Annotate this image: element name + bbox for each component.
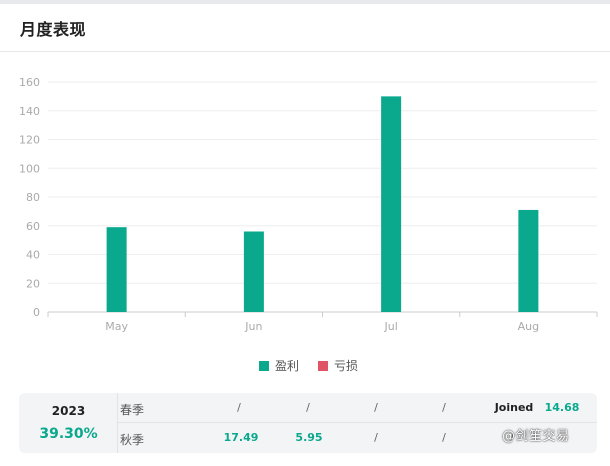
row-label-spring: 春季 <box>120 403 145 417</box>
stat-cell: / <box>306 401 310 414</box>
stat-cell: / <box>374 401 378 414</box>
monthly-performance-chart: 0 20 40 60 80 100 120 140 160 May Jun Jul Aug <box>19 76 598 333</box>
year-label: 2023 <box>51 404 86 418</box>
year-summary: 2023 39.30% <box>19 393 118 453</box>
x-tick-label: Jul <box>383 320 397 333</box>
table-row-spring: 春季 / / / / Joined 14.68 <box>118 393 597 423</box>
stat-cell: / <box>442 431 446 444</box>
bar-profit-may <box>106 227 127 312</box>
y-tick-label: 0 <box>33 306 40 319</box>
page-title: 月度表现 <box>20 20 87 39</box>
y-tick-label: 100 <box>19 162 40 175</box>
chart-legend: 盈利 亏损 <box>0 357 610 375</box>
stat-cell: / <box>237 401 241 414</box>
legend-item-loss[interactable]: 亏损 <box>318 357 358 374</box>
y-tick-label: 120 <box>19 134 40 147</box>
year-return: 39.30% <box>39 426 98 442</box>
row-label-autumn: 秋季 <box>120 433 145 447</box>
legend-item-profit[interactable]: 盈利 <box>259 357 299 374</box>
y-tick-label: 160 <box>19 76 40 89</box>
panel-header: 月度表现 <box>0 4 610 52</box>
x-tick-label: Jun <box>244 320 262 333</box>
x-tick-label: Aug <box>518 320 539 333</box>
bar-profit-aug <box>518 209 539 312</box>
legend-swatch-loss <box>318 360 328 371</box>
y-tick-label: 40 <box>26 249 40 262</box>
y-tick-label: 60 <box>26 220 40 233</box>
y-tick-label: 20 <box>26 277 40 290</box>
y-tick-label: 80 <box>26 191 40 204</box>
stat-cell: 17.49 <box>223 431 259 444</box>
legend-label-loss: 亏损 <box>334 359 359 373</box>
stat-cell: 14.68 <box>544 401 580 414</box>
y-tick-label: 140 <box>19 105 40 118</box>
bar-profit-jul <box>381 96 402 312</box>
stat-cell: 5.95 <box>295 431 323 444</box>
bar-profit-jun <box>243 231 264 312</box>
x-tick-label: May <box>105 320 128 333</box>
stat-cell: / <box>442 401 446 414</box>
legend-label-profit: 盈利 <box>275 359 300 373</box>
legend-swatch-profit <box>259 360 269 371</box>
watermark: @剑笙交易 <box>502 429 570 444</box>
seasonal-stats-table: 2023 39.30% 春季 / / / / Joined 14.68 秋季 1… <box>19 393 597 453</box>
stat-cell: / <box>374 431 378 444</box>
